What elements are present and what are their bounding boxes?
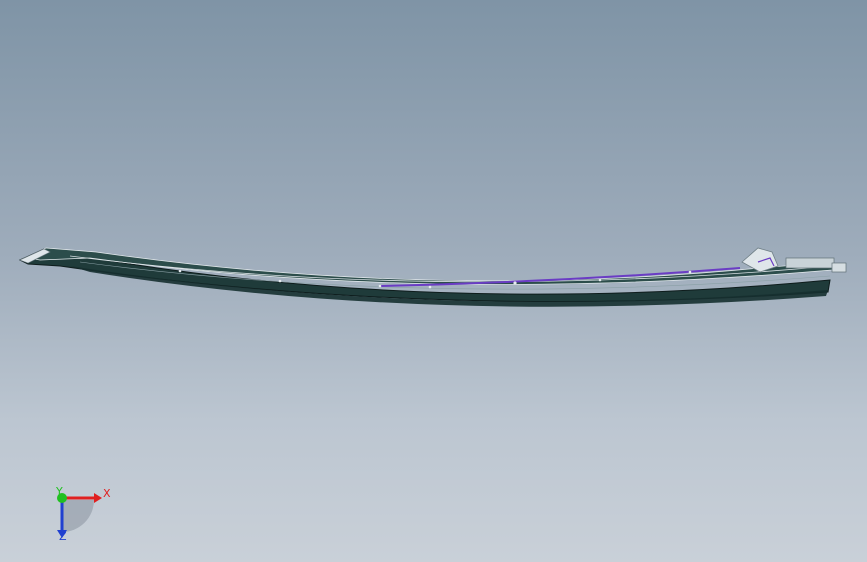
graphics-viewport[interactable]: X Y Z (0, 0, 867, 562)
part-model[interactable] (0, 0, 867, 562)
z-axis-label: Z (59, 530, 67, 543)
x-axis-label: X (103, 487, 111, 500)
y-axis-label: Y (56, 485, 63, 498)
